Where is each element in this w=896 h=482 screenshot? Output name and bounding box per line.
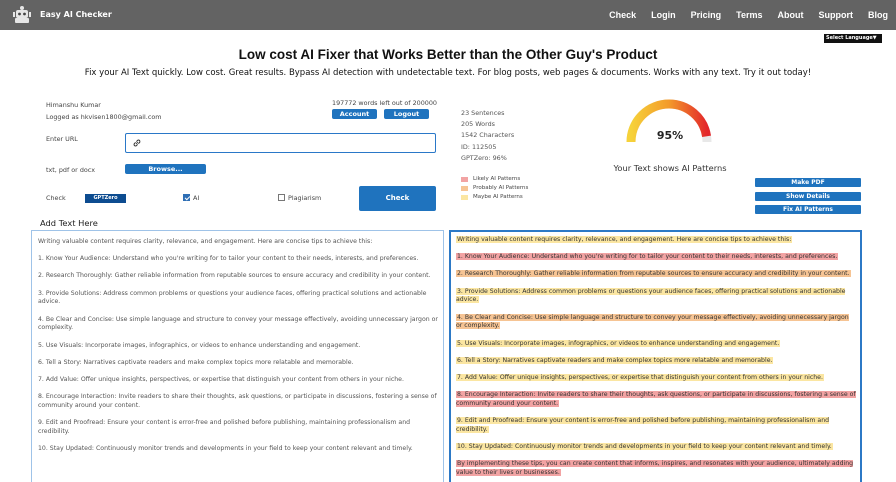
brand[interactable]: Easy AI Checker xyxy=(12,4,112,24)
input-paragraph: 8. Encourage Interaction: Invite readers… xyxy=(38,393,437,409)
page-subtitle: Fix your AI Text quickly. Low cost. Grea… xyxy=(84,68,812,78)
result-paragraph: 8. Encourage Interaction: Invite readers… xyxy=(456,391,856,409)
result-paragraph: 9. Edit and Proofread: Ensure your conte… xyxy=(456,417,856,435)
legend-likely: Likely AI Patterns xyxy=(461,176,520,182)
result-paragraph: 7. Add Value: Offer unique insights, per… xyxy=(456,373,856,383)
result-paragraph: 6. Tell a Story: Narratives captivate re… xyxy=(456,356,856,366)
highlighted-sentence: 7. Add Value: Offer unique insights, per… xyxy=(456,373,824,381)
legend-maybe: Maybe AI Patterns xyxy=(461,194,523,200)
input-paragraph: 6. Tell a Story: Narratives captivate re… xyxy=(38,358,354,366)
plagiarism-checkbox[interactable] xyxy=(278,194,285,201)
page-title: Low cost AI Fixer that Works Better than… xyxy=(238,47,658,62)
url-input[interactable] xyxy=(125,133,436,153)
result-paragraph: By implementing these tips, you can crea… xyxy=(456,460,856,478)
result-text-area: Writing valuable content requires clarit… xyxy=(449,230,862,482)
gauge-caption: Your Text shows AI Patterns xyxy=(613,163,727,173)
nav-pricing[interactable]: Pricing xyxy=(691,10,722,20)
logout-button[interactable]: Logout xyxy=(384,109,429,119)
result-paragraph: Writing valuable content requires clarit… xyxy=(456,236,856,245)
nav-support[interactable]: Support xyxy=(819,10,854,20)
result-paragraph: 4. Be Clear and Concise: Use simple lang… xyxy=(456,313,856,332)
legend-probably: Probably AI Patterns xyxy=(461,185,528,191)
legend-swatch xyxy=(461,176,468,182)
legend-swatch xyxy=(461,194,468,200)
words-count: 205 Words xyxy=(461,120,495,129)
sentences-count: 23 Sentences xyxy=(461,109,505,117)
browse-button[interactable]: Browse... xyxy=(125,164,206,174)
input-paragraph: 3. Provide Solutions: Address common pro… xyxy=(38,289,427,306)
input-text-content: Writing valuable content requires clarit… xyxy=(38,238,438,462)
main-nav: Check Login Pricing Terms About Support … xyxy=(609,0,896,30)
input-text-area[interactable]: Writing valuable content requires clarit… xyxy=(31,230,444,482)
input-paragraph: 10. Stay Updated: Continuously monitor t… xyxy=(38,445,413,453)
account-button[interactable]: Account xyxy=(332,109,377,119)
ai-checkbox-label: AI xyxy=(193,194,200,202)
link-icon xyxy=(133,139,141,147)
gptzero-score: GPTZero: 96% xyxy=(461,153,507,162)
add-text-label: Add Text Here xyxy=(40,218,98,228)
show-details-button[interactable]: Show Details xyxy=(755,192,861,201)
legend-swatch xyxy=(461,185,468,191)
language-select[interactable]: Select Language▼ xyxy=(824,34,882,43)
top-nav-bar: Easy AI Checker Check Login Pricing Term… xyxy=(0,0,896,30)
nav-terms[interactable]: Terms xyxy=(736,10,762,20)
result-paragraph: 3. Provide Solutions: Address common pro… xyxy=(456,287,856,306)
input-paragraph: 5. Use Visuals: Incorporate images, info… xyxy=(38,341,361,349)
input-paragraph: 9. Edit and Proofread: Ensure your conte… xyxy=(38,419,411,435)
input-paragraph: 4. Be Clear and Concise: Use simple lang… xyxy=(38,315,438,332)
document-id: ID: 112505 xyxy=(461,142,497,151)
highlighted-sentence: 5. Use Visuals: Incorporate images, info… xyxy=(456,339,781,347)
characters-count: 1542 Characters xyxy=(461,131,515,140)
result-paragraph: 1. Know Your Audience: Understand who yo… xyxy=(456,253,856,262)
gauge-value: 95% xyxy=(656,129,684,142)
highlighted-sentence: 1. Know Your Audience: Understand who yo… xyxy=(456,253,839,261)
robot-logo-icon xyxy=(13,6,31,23)
check-label: Check xyxy=(46,194,66,202)
user-name: Himanshu Kumar xyxy=(46,101,101,109)
fix-ai-patterns-button[interactable]: Fix AI Patterns xyxy=(755,205,861,214)
result-paragraph: 5. Use Visuals: Incorporate images, info… xyxy=(456,339,856,349)
highlighted-sentence: 10. Stay Updated: Continuously monitor t… xyxy=(456,443,833,451)
highlighted-sentence: Writing valuable content requires clarit… xyxy=(456,236,793,243)
ai-checkbox[interactable] xyxy=(183,194,190,201)
url-label: Enter URL xyxy=(46,135,78,143)
file-label: txt, pdf or docx xyxy=(46,166,96,174)
legend-label: Probably AI Patterns xyxy=(473,185,529,191)
legend-label: Maybe AI Patterns xyxy=(473,194,523,200)
nav-blog[interactable]: Blog xyxy=(868,10,888,20)
input-paragraph: 1. Know Your Audience: Understand who yo… xyxy=(38,255,419,263)
make-pdf-button[interactable]: Make PDF xyxy=(755,178,861,187)
input-paragraph: Writing valuable content requires clarit… xyxy=(38,238,373,245)
result-paragraph: 10. Stay Updated: Continuously monitor t… xyxy=(456,443,856,452)
gptzero-badge[interactable]: GPTZero xyxy=(85,194,126,203)
result-paragraph: 2. Research Thoroughly: Gather reliable … xyxy=(456,270,856,279)
nav-login[interactable]: Login xyxy=(651,10,676,20)
brand-name: Easy AI Checker xyxy=(40,9,112,19)
plagiarism-checkbox-label: Plagiarism xyxy=(288,194,322,202)
nav-about[interactable]: About xyxy=(778,10,804,20)
words-left-text: 197772 words left out of 200000 xyxy=(332,99,437,107)
highlighted-sentence: 8. Encourage Interaction: Invite readers… xyxy=(456,391,856,407)
highlighted-sentence: 3. Provide Solutions: Address common pro… xyxy=(456,287,846,304)
nav-check[interactable]: Check xyxy=(609,10,636,20)
highlighted-sentence: 9. Edit and Proofread: Ensure your conte… xyxy=(456,417,830,433)
logged-as-text: Logged as hkvisen1800@gmail.com xyxy=(46,113,162,121)
input-paragraph: 7. Add Value: Offer unique insights, per… xyxy=(38,375,404,383)
input-paragraph: 2. Research Thoroughly: Gather reliable … xyxy=(38,272,431,280)
highlighted-sentence: 2. Research Thoroughly: Gather reliable … xyxy=(456,270,851,278)
check-button[interactable]: Check xyxy=(359,186,436,211)
text-stats: 23 Sentences 205 Words 1542 Characters I… xyxy=(461,108,514,164)
legend-label: Likely AI Patterns xyxy=(473,176,521,182)
highlighted-sentence: 4. Be Clear and Concise: Use simple lang… xyxy=(456,313,849,330)
highlighted-sentence: By implementing these tips, you can crea… xyxy=(456,460,854,477)
highlighted-sentence: 6. Tell a Story: Narratives captivate re… xyxy=(456,356,774,364)
result-text-content: Writing valuable content requires clarit… xyxy=(456,236,856,482)
